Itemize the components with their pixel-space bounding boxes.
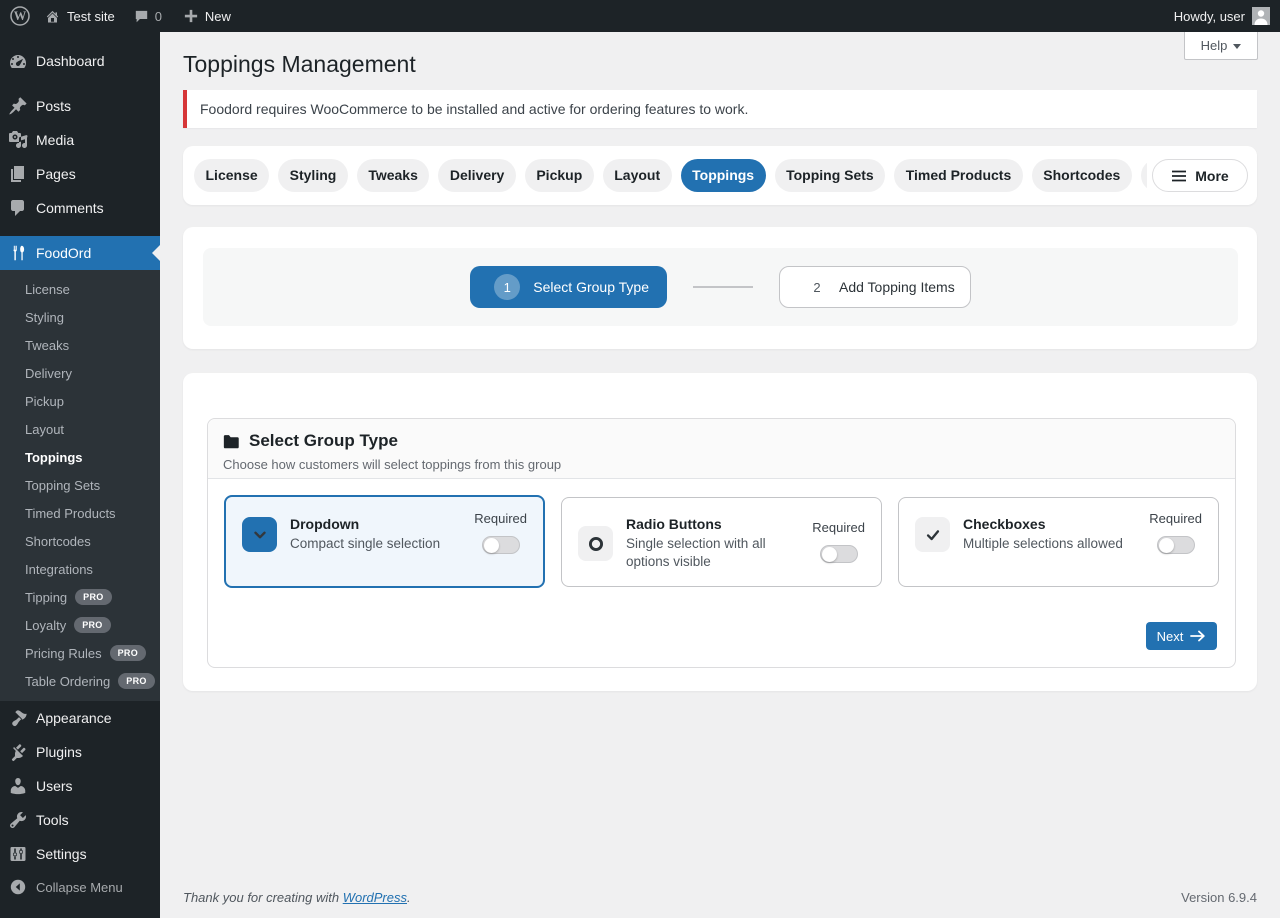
svg-text:W: W	[14, 9, 27, 23]
